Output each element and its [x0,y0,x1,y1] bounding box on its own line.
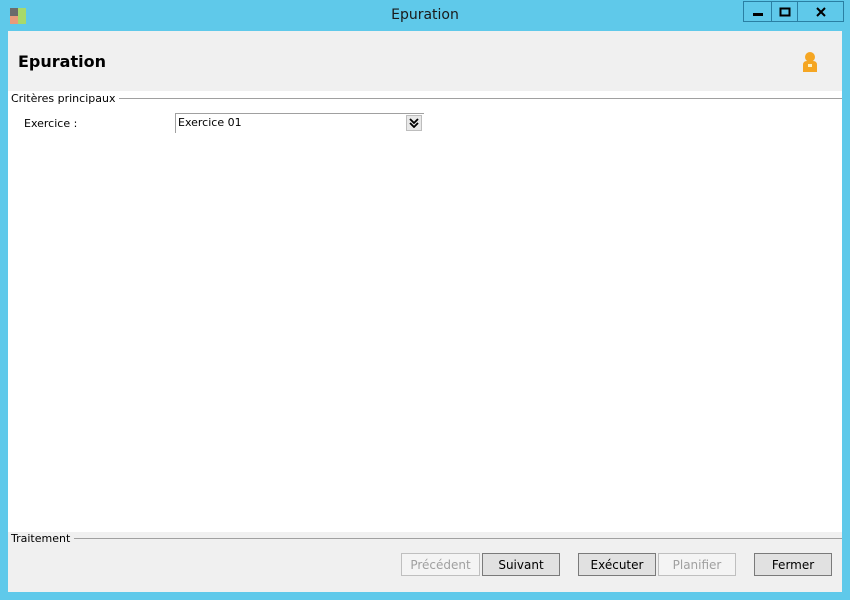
close-dialog-button[interactable]: Fermer [754,553,832,576]
double-chevron-down-icon [409,118,419,128]
page-title: Epuration [18,52,106,71]
client-area: Epuration Critères principaux Exercice :… [8,31,842,592]
processing-group-line [63,538,842,539]
user-icon[interactable] [801,51,819,73]
criteria-group-legend: Critères principaux [11,92,120,105]
minimize-icon [752,12,763,16]
exercice-select[interactable]: Exercice 01 [175,113,424,133]
exercice-label: Exercice : [24,117,78,130]
minimize-button[interactable] [743,1,772,22]
maximize-icon [779,7,790,16]
criteria-group-line [113,98,842,99]
window-title: Epuration [391,7,459,23]
maximize-button[interactable] [771,1,798,22]
close-button[interactable] [797,1,844,22]
processing-group-legend: Traitement [11,532,75,545]
title-bar[interactable]: Epuration [0,0,850,31]
app-window: Epuration Epuration Critères principaux … [0,0,850,600]
execute-button[interactable]: Exécuter [578,553,656,576]
next-button[interactable]: Suivant [482,553,560,576]
dropdown-button[interactable] [406,115,422,131]
close-icon [815,6,826,17]
previous-button[interactable]: Précédent [401,553,480,576]
exercice-value: Exercice 01 [178,116,242,129]
page-header: Epuration [8,31,842,91]
schedule-button[interactable]: Planifier [658,553,736,576]
